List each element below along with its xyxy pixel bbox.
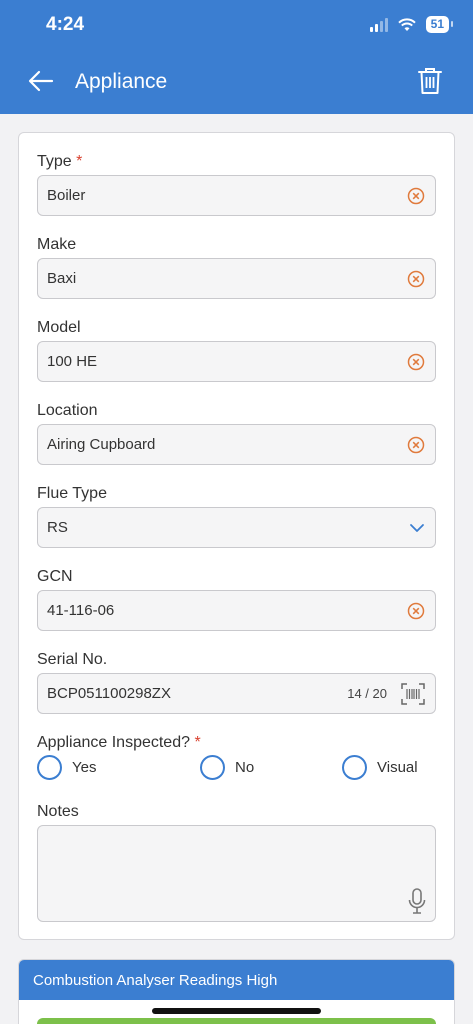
gcn-value: 41-116-06 [47, 602, 115, 619]
battery-icon: 51 [425, 16, 454, 33]
clear-icon[interactable] [407, 353, 425, 371]
type-field[interactable]: Boiler [37, 175, 436, 216]
section-action-bar[interactable] [37, 1018, 436, 1024]
flue-type-label: Flue Type [37, 485, 107, 502]
radio-no[interactable]: No [200, 755, 254, 780]
model-field[interactable]: 100 HE [37, 341, 436, 382]
clear-icon[interactable] [407, 602, 425, 620]
location-field[interactable]: Airing Cupboard [37, 424, 436, 465]
combustion-section: Combustion Analyser Readings High [18, 959, 455, 1024]
page-title: Appliance [75, 70, 168, 93]
status-time: 4:24 [46, 14, 85, 35]
flue-type-select[interactable]: RS [37, 507, 436, 548]
make-value: Baxi [47, 270, 77, 287]
model-label: Model [37, 319, 81, 336]
barcode-scan-icon[interactable] [401, 682, 425, 705]
inspected-radio-group: Yes No Visual [37, 755, 436, 785]
radio-no-label: No [235, 759, 255, 776]
serial-label: Serial No. [37, 651, 108, 668]
signal-icon [369, 17, 388, 32]
wifi-icon [397, 17, 416, 31]
app-header: 4:24 51 Appliance [0, 0, 473, 114]
serial-field[interactable]: BCP051100298ZX 14 / 20 [37, 673, 436, 714]
serial-char-counter: 14 / 20 [347, 686, 387, 701]
arrow-left-icon [28, 70, 54, 92]
clear-icon[interactable] [407, 270, 425, 288]
required-marker: * [76, 153, 83, 170]
combustion-section-header[interactable]: Combustion Analyser Readings High [19, 960, 454, 1000]
home-indicator [152, 1008, 321, 1014]
radio-circle[interactable] [342, 755, 367, 780]
inspected-label-text: Appliance Inspected? [37, 734, 190, 751]
radio-visual[interactable]: Visual [342, 755, 418, 780]
notes-textarea[interactable] [37, 825, 436, 922]
appliance-form: Type * Boiler Make Baxi Model 100 HE Loc… [18, 132, 455, 940]
clear-icon[interactable] [407, 436, 425, 454]
radio-circle[interactable] [200, 755, 225, 780]
serial-value: BCP051100298ZX [47, 685, 171, 702]
microphone-icon[interactable] [407, 887, 427, 915]
trash-icon [418, 68, 442, 94]
notes-label: Notes [37, 803, 79, 820]
type-label: Type * [37, 153, 82, 171]
back-button[interactable] [26, 66, 56, 96]
flue-type-value: RS [47, 519, 68, 536]
gcn-label: GCN [37, 568, 73, 585]
radio-yes-label: Yes [72, 759, 97, 776]
clear-icon[interactable] [407, 187, 425, 205]
make-label: Make [37, 236, 77, 253]
make-field[interactable]: Baxi [37, 258, 436, 299]
status-icons: 51 [369, 16, 454, 33]
radio-visual-label: Visual [377, 759, 418, 776]
inspected-label: Appliance Inspected? * [37, 734, 201, 752]
gcn-field[interactable]: 41-116-06 [37, 590, 436, 631]
type-label-text: Type [37, 153, 72, 170]
radio-yes[interactable]: Yes [37, 755, 96, 780]
type-value: Boiler [47, 187, 86, 204]
model-value: 100 HE [47, 353, 98, 370]
delete-button[interactable] [417, 66, 447, 98]
chevron-down-icon [410, 523, 424, 532]
radio-circle[interactable] [37, 755, 62, 780]
location-label: Location [37, 402, 98, 419]
location-value: Airing Cupboard [47, 436, 156, 453]
required-marker: * [194, 734, 201, 751]
